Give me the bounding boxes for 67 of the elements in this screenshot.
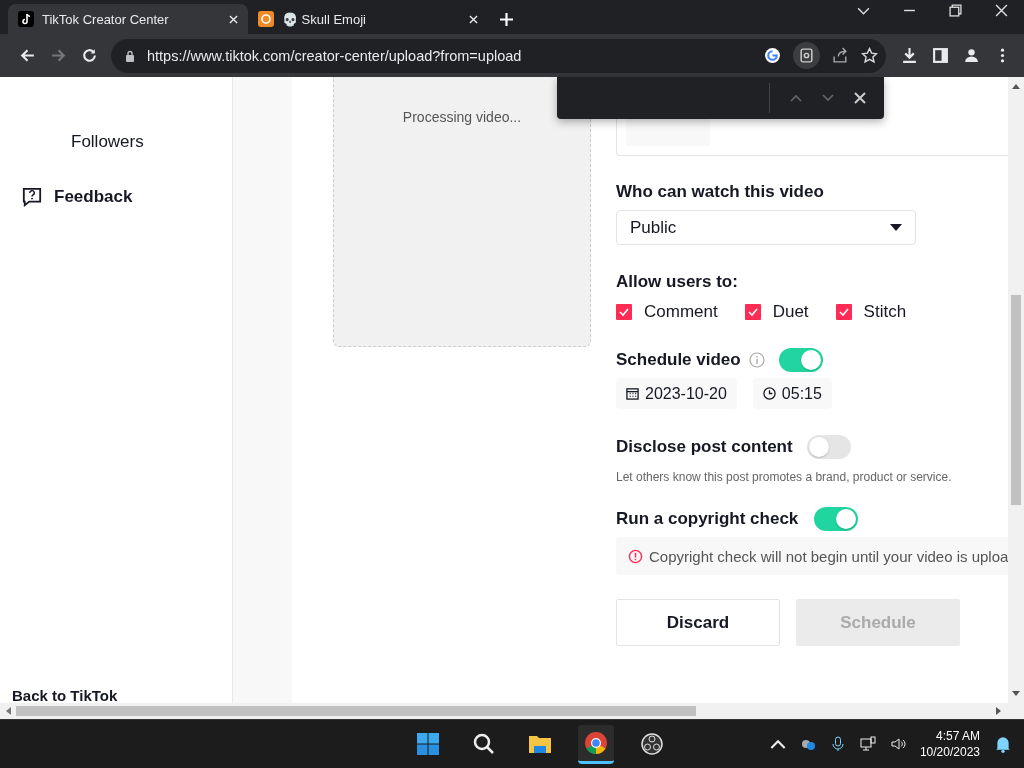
checkbox[interactable]: [835, 304, 852, 320]
scroll-thumb[interactable]: [16, 706, 696, 716]
info-icon: [748, 352, 765, 368]
scroll-up-icon[interactable]: [1012, 83, 1021, 89]
lock-icon: [125, 49, 135, 62]
toggle-switch[interactable]: [806, 435, 851, 459]
field-label: Schedule video: [616, 350, 741, 370]
sidebar-item[interactable]: Followers: [71, 131, 144, 152]
hint-text: Let others know this post promotes a brand, product or service.: [616, 470, 953, 484]
microphone-icon[interactable]: [829, 736, 846, 752]
feedback-icon: [22, 186, 42, 207]
new-tab-icon[interactable]: [500, 13, 513, 26]
back-icon[interactable]: [19, 47, 36, 64]
scroll-thumb[interactable]: [1011, 295, 1022, 505]
toggle-switch[interactable]: [778, 348, 823, 372]
checkbox-label: Comment: [644, 302, 718, 322]
google-icon[interactable]: [764, 47, 781, 64]
download-icon[interactable]: [901, 47, 918, 64]
close-icon[interactable]: [995, 4, 1008, 17]
scroll-down-icon[interactable]: [1012, 691, 1021, 697]
browser-tab[interactable]: 💀 Skull Emoji: [248, 4, 488, 34]
date-picker[interactable]: 2023-10-20: [616, 378, 737, 409]
close-icon[interactable]: [469, 14, 478, 24]
notice-text: Copyright check will not begin until your video is uploa: [649, 547, 1009, 565]
checkbox[interactable]: [616, 304, 632, 320]
warning-icon: [628, 548, 643, 564]
field-label: Who can watch this video: [616, 182, 825, 202]
close-icon[interactable]: [229, 14, 238, 24]
field-label: Run a copyright check: [616, 509, 799, 529]
profile-icon[interactable]: [963, 47, 980, 64]
lens-icon[interactable]: [793, 42, 820, 69]
caret-icon: [890, 224, 902, 231]
clock-icon: [762, 387, 776, 400]
field-label: Allow users to:: [616, 272, 739, 292]
share-icon[interactable]: [832, 47, 849, 64]
speaker-icon[interactable]: [889, 736, 906, 752]
time-picker[interactable]: 05:15: [752, 378, 832, 409]
scroll-right-icon[interactable]: [996, 707, 1002, 715]
processing-status: Processing video...: [402, 109, 522, 127]
restore-icon[interactable]: [949, 4, 962, 17]
bell-icon[interactable]: [994, 735, 1012, 753]
side-panel-icon[interactable]: [932, 47, 949, 64]
checkbox-label: Duet: [772, 302, 809, 322]
address-bar[interactable]: https://www.tiktok.com/creator-center/upload?from=upload: [111, 38, 886, 73]
checkbox[interactable]: [744, 304, 761, 320]
sidebar-item[interactable]: Feedback: [54, 186, 133, 207]
close-icon[interactable]: [854, 92, 866, 104]
field-label: Disclose post content: [616, 437, 793, 457]
browser-tab[interactable]: TikTok Creator Center: [8, 4, 248, 34]
star-icon[interactable]: [861, 47, 878, 64]
horizontal-scrollbar[interactable]: [0, 703, 1024, 719]
discard-button[interactable]: Discard: [616, 599, 780, 646]
checkbox-label: Stitch: [863, 302, 907, 322]
clock-date[interactable]: 10/20/2023: [919, 744, 980, 760]
back-link[interactable]: Back to TikTok: [0, 689, 233, 703]
clock-time[interactable]: 4:57 AM: [935, 728, 980, 744]
scroll-left-icon[interactable]: [5, 707, 11, 715]
page-icon: [258, 11, 274, 27]
toggle-switch[interactable]: [814, 507, 859, 531]
vertical-scrollbar[interactable]: [1008, 77, 1024, 703]
visibility-dropdown[interactable]: Public: [616, 210, 916, 245]
network-icon[interactable]: [859, 736, 876, 752]
music-note-icon: [18, 11, 34, 27]
chrome-icon[interactable]: [578, 724, 614, 764]
reload-icon[interactable]: [81, 47, 98, 64]
forward-icon[interactable]: [50, 47, 67, 64]
calendar-icon: [626, 387, 639, 400]
